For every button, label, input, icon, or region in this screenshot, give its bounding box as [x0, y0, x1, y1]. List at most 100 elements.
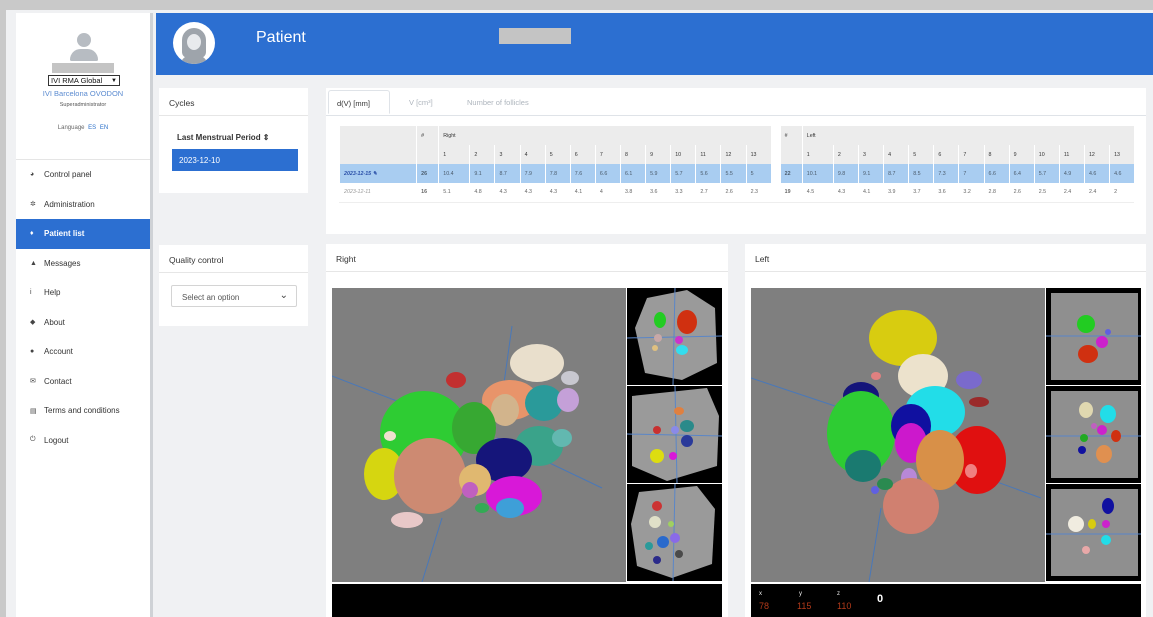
power-icon: ⏻ — [30, 436, 36, 444]
user-icon: ● — [30, 348, 35, 356]
header-col-number: 7 — [594, 145, 621, 164]
lmp-sort-header[interactable]: Last Menstrual Period ⇕ — [177, 133, 270, 142]
document-icon: ▤ — [30, 407, 37, 415]
cycles-panel: Cycles Last Menstrual Period ⇕ 2023-12-1… — [159, 88, 308, 193]
tag-icon: ◆ — [30, 319, 36, 327]
left-diameter-cell: 7.3 — [933, 164, 959, 183]
left-slice-sagittal-image — [1046, 489, 1141, 576]
right-slice-sagittal[interactable] — [627, 484, 722, 581]
table-header-cell — [416, 145, 439, 164]
coord-y-label: y — [799, 591, 802, 597]
right-slice-views — [627, 288, 722, 582]
right-slice-sagittal-image — [631, 484, 715, 581]
left-3d-render[interactable] — [751, 288, 1045, 582]
left-diameter-cell: 9.1 — [857, 164, 884, 183]
language-es[interactable]: ES — [88, 125, 96, 131]
right-3d-follicles — [332, 325, 603, 582]
right-slice-coronal[interactable] — [627, 386, 722, 483]
right-diameter-cell: 9.1 — [469, 164, 495, 183]
left-diameter-cell: 8.5 — [908, 164, 934, 183]
left-diameter-cell: 4.9 — [1058, 164, 1085, 183]
right-3d-render[interactable] — [332, 288, 626, 582]
coord-x-label: x — [759, 591, 762, 597]
gear-icon: ✲ — [30, 201, 36, 209]
right-diameter-cell: 5.5 — [720, 164, 747, 183]
sidebar-item-account[interactable]: ● Account — [16, 337, 150, 367]
left-diameter-cell: 2.5 — [1033, 183, 1060, 203]
header-right-group: Right — [438, 126, 772, 145]
right-diameter-cell: 7.9 — [519, 164, 546, 183]
header-col-number: 7 — [958, 145, 985, 164]
left-slice-axial[interactable] — [1046, 288, 1141, 385]
right-diameter-cell: 3.6 — [645, 183, 671, 203]
language-en[interactable]: EN — [100, 125, 108, 131]
table-gap — [770, 126, 781, 145]
sidebar: IVI RMA Global ▼ IVI Barcelona OVODON Sup… — [16, 13, 150, 617]
redacted-patient-name — [499, 28, 571, 44]
language-switcher: Language ES EN — [16, 125, 150, 131]
sidebar-item-label: Logout — [44, 435, 69, 445]
right-diameter-cell: 2.6 — [720, 183, 747, 203]
left-diameter-cell: 4.5 — [801, 183, 834, 203]
right-slice-coronal-image — [627, 386, 722, 483]
left-diameter-cell: 3.7 — [908, 183, 934, 203]
right-diameter-cell: 4.8 — [469, 183, 495, 203]
row-date[interactable]: 2023-12-11 — [338, 183, 417, 203]
header-hash-left: # — [779, 126, 803, 145]
left-slice-sagittal[interactable] — [1046, 484, 1141, 581]
left-diameter-cell: 4.3 — [832, 183, 859, 203]
tab-volume[interactable]: V [cm³] — [401, 90, 455, 114]
left-diameter-cell: 10.1 — [801, 164, 834, 183]
sidebar-item-help[interactable]: i Help — [16, 278, 150, 308]
header-col-number: 5 — [908, 145, 934, 164]
organization-select[interactable]: IVI RMA Global ▼ — [48, 75, 120, 86]
sidebar-item-contact[interactable]: ✉ Contact — [16, 367, 150, 397]
right-slice-axial[interactable] — [627, 288, 722, 385]
app-window: IVI RMA Global ▼ IVI Barcelona OVODON Sup… — [6, 10, 1153, 617]
tab-number-follicles[interactable]: Number of follicles — [459, 90, 559, 114]
sidebar-item-control-panel[interactable]: ◕ Control panel — [16, 160, 150, 190]
left-diameter-cell: 3.6 — [933, 183, 959, 203]
right-diameter-cell: 7.8 — [544, 164, 571, 183]
header-col-number: 6 — [933, 145, 959, 164]
header-col-number: 9 — [1008, 145, 1035, 164]
tab-diameter[interactable]: d(V) [mm] — [328, 90, 390, 114]
left-slice-views — [1046, 288, 1141, 582]
table-gap — [770, 164, 781, 183]
left-slice-coronal[interactable] — [1046, 386, 1141, 483]
row-date[interactable]: 2023-12-15 ✎ — [338, 164, 417, 183]
left-slice-axial-image — [1046, 293, 1141, 380]
right-diameter-cell: 5 — [745, 164, 772, 183]
quality-control-panel: Quality control Select an option ⌄ — [159, 245, 308, 326]
sidebar-item-patient-list[interactable]: ♦ Patient list — [16, 219, 150, 249]
user-role: Superadministrator — [59, 102, 107, 108]
right-diameter-cell: 4.3 — [494, 183, 521, 203]
header-col-number: 8 — [983, 145, 1010, 164]
sidebar-item-about[interactable]: ◆ About — [16, 308, 150, 338]
chevron-down-icon: ▼ — [111, 77, 117, 84]
left-diameter-cell: 3.2 — [958, 183, 985, 203]
table-header-cell — [338, 145, 417, 164]
sidebar-item-terms[interactable]: ▤ Terms and conditions — [16, 396, 150, 426]
cycle-item[interactable]: 2023-12-10 — [172, 149, 298, 171]
patient-icon: ♦ — [30, 230, 34, 238]
left-diameter-cell: 2.4 — [1083, 183, 1110, 203]
sidebar-item-administration[interactable]: ✲ Administration — [16, 190, 150, 220]
sidebar-item-label: About — [44, 317, 65, 327]
user-avatar-icon — [70, 33, 98, 63]
page-title: Patient — [256, 29, 306, 46]
right-diameter-cell: 3.3 — [670, 183, 696, 203]
right-diameter-cell: 5.9 — [645, 164, 671, 183]
left-count: 22 — [779, 164, 803, 183]
right-diameter-cell: 2.3 — [745, 183, 772, 203]
left-diameter-cell: 2.8 — [983, 183, 1010, 203]
sidebar-item-messages[interactable]: ▲ Messages — [16, 249, 150, 279]
follicle-results-panel: d(V) [mm] V [cm³] Number of follicles # R… — [326, 88, 1146, 234]
quality-control-select[interactable]: Select an option ⌄ — [171, 285, 297, 307]
table-row[interactable]: 2023-12-15 ✎ 26 10.4 9.1 8.7 7.9 7.8 7.6 6.6 6.1 5… — [338, 164, 1134, 183]
right-slice-axial-image — [627, 288, 722, 385]
left-diameter-cell: 4.6 — [1109, 164, 1134, 183]
sidebar-item-logout[interactable]: ⏻ Logout — [16, 426, 150, 456]
table-row[interactable]: 2023-12-11 16 5.1 4.8 4.3 4.3 4.3 4.1 4 3.8 3.6 3.3… — [338, 183, 1134, 203]
sidebar-item-label: Help — [44, 288, 61, 298]
